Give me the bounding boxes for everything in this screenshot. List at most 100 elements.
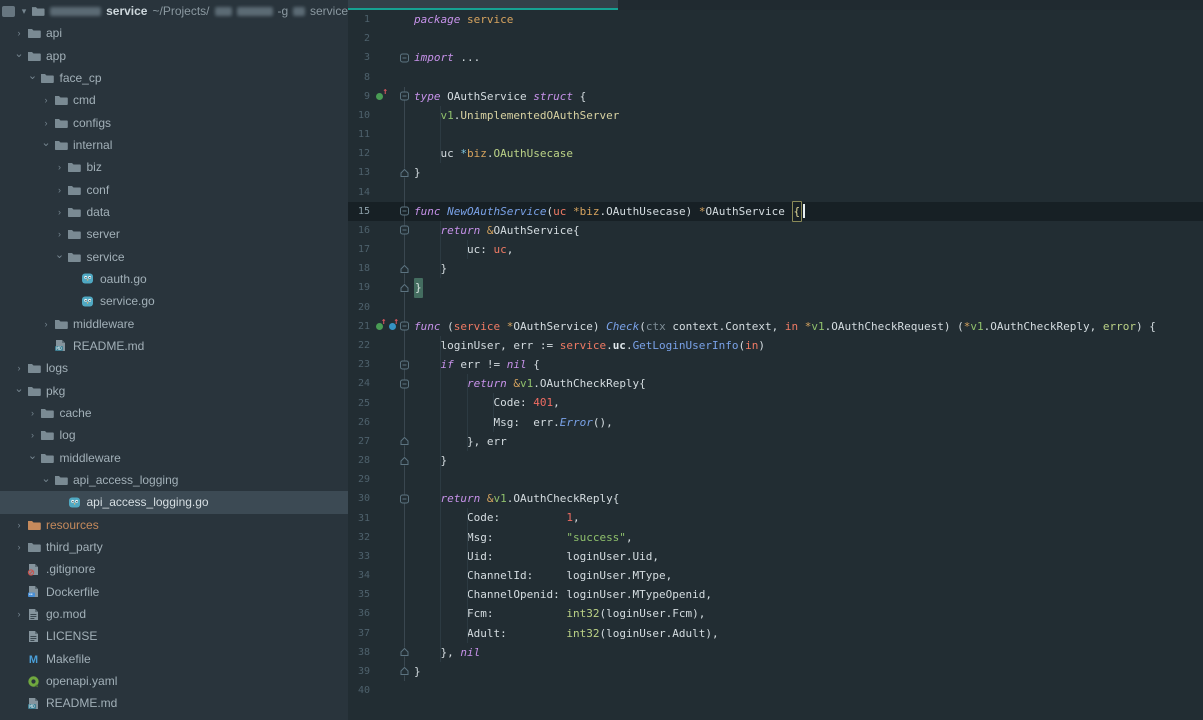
chevron-right-icon[interactable]: › [53, 229, 67, 239]
fold-start-icon[interactable] [400, 53, 409, 62]
tree-row-middleware[interactable]: ⌄middleware [0, 447, 348, 469]
code-line-35[interactable]: 35 ChannelOpenid: loginUser.MTypeOpenid, [348, 585, 1203, 604]
code-line-16[interactable]: 16 return &OAuthService{ [348, 221, 1203, 240]
code-line-37[interactable]: 37 Adult: int32(loginUser.Adult), [348, 624, 1203, 643]
code-line-25[interactable]: 25 Code: 401, [348, 393, 1203, 412]
chevron-right-icon[interactable]: › [26, 408, 40, 418]
fold-end-icon[interactable] [400, 283, 409, 292]
line-number[interactable]: 2 [348, 33, 372, 44]
line-number[interactable]: 24 [348, 378, 372, 389]
line-number[interactable]: 11 [348, 129, 372, 140]
fold-end-icon[interactable] [400, 264, 409, 273]
fold-end-icon[interactable] [400, 667, 409, 676]
line-number[interactable]: 31 [348, 513, 372, 524]
chevron-right-icon[interactable]: › [12, 28, 26, 38]
code-text[interactable]: } [411, 259, 1203, 278]
fold-start-icon[interactable] [400, 322, 409, 331]
fold-end-icon[interactable] [400, 168, 409, 177]
line-number[interactable]: 37 [348, 628, 372, 639]
chevron-right-icon[interactable]: › [12, 542, 26, 552]
code-text[interactable]: uc *biz.OAuthUsecase [411, 144, 1203, 163]
code-text[interactable]: return &v1.OAuthCheckReply{ [411, 374, 1203, 393]
tree-row-app[interactable]: ⌄app [0, 44, 348, 66]
tree-row-face-cp[interactable]: ⌄face_cp [0, 67, 348, 89]
code-line-12[interactable]: 12 uc *biz.OAuthUsecase [348, 144, 1203, 163]
chevron-right-icon[interactable]: › [39, 319, 53, 329]
line-number[interactable]: 16 [348, 225, 372, 236]
code-line-27[interactable]: 27 }, err [348, 432, 1203, 451]
chevron-right-icon[interactable]: › [39, 95, 53, 105]
code-text[interactable]: func (service *OAuthService) Check(ctx c… [411, 317, 1203, 336]
line-number[interactable]: 29 [348, 474, 372, 485]
line-number[interactable]: 13 [348, 167, 372, 178]
code-line-38[interactable]: 38 }, nil [348, 643, 1203, 662]
tree-row-resources[interactable]: ›resources [0, 514, 348, 536]
line-number[interactable]: 39 [348, 666, 372, 677]
code-text[interactable] [411, 125, 1203, 144]
fold-start-icon[interactable] [400, 92, 409, 101]
implemented-marker-icon[interactable]: ↑ [376, 321, 386, 331]
code-line-33[interactable]: 33 Uid: loginUser.Uid, [348, 547, 1203, 566]
fold-start-icon[interactable] [400, 226, 409, 235]
chevron-down-icon[interactable]: ⌄ [26, 449, 40, 462]
code-text[interactable]: uc: uc, [411, 240, 1203, 259]
code-text[interactable] [411, 681, 1203, 700]
code-line-1[interactable]: 1 package service [348, 10, 1203, 29]
tree-row-cache[interactable]: ›cache [0, 402, 348, 424]
code-text[interactable]: import ... [411, 48, 1203, 67]
code-line-13[interactable]: 13} [348, 163, 1203, 182]
code-line-8[interactable]: 8 [348, 68, 1203, 87]
tree-row-internal[interactable]: ⌄internal [0, 134, 348, 156]
code-text[interactable] [411, 68, 1203, 87]
tree-row-license[interactable]: LICENSE [0, 625, 348, 647]
code-line-20[interactable]: 20 [348, 298, 1203, 317]
line-number[interactable]: 1 [348, 14, 372, 25]
fold-start-icon[interactable] [400, 494, 409, 503]
code-line-10[interactable]: 10 v1.UnimplementedOAuthServer [348, 106, 1203, 125]
tree-row-dockerfile[interactable]: Dockerfile [0, 581, 348, 603]
chevron-right-icon[interactable]: › [12, 363, 26, 373]
code-line-18[interactable]: 18 } [348, 259, 1203, 278]
line-number[interactable]: 10 [348, 110, 372, 121]
chevron-down-icon[interactable]: ⌄ [12, 382, 26, 395]
line-number[interactable]: 26 [348, 417, 372, 428]
code-text[interactable] [411, 298, 1203, 317]
line-number[interactable]: 8 [348, 72, 372, 83]
line-number[interactable]: 30 [348, 493, 372, 504]
code-text[interactable]: Msg: err.Error(), [411, 413, 1203, 432]
tree-row-oauth-go[interactable]: oauth.go [0, 268, 348, 290]
line-number[interactable]: 33 [348, 551, 372, 562]
chevron-right-icon[interactable]: › [12, 609, 26, 619]
chevron-down-icon[interactable]: ⌄ [12, 47, 26, 60]
code-line-31[interactable]: 31 Code: 1, [348, 508, 1203, 527]
chevron-down-icon[interactable]: ⌄ [53, 248, 67, 261]
active-tab[interactable] [348, 0, 618, 10]
code-line-15[interactable]: 15func NewOAuthService(uc *biz.OAuthUsec… [348, 202, 1203, 221]
code-line-30[interactable]: 30 return &v1.OAuthCheckReply{ [348, 489, 1203, 508]
chevron-right-icon[interactable]: › [53, 162, 67, 172]
code-line-3[interactable]: 3import ... [348, 48, 1203, 67]
code-line-28[interactable]: 28 } [348, 451, 1203, 470]
chevron-down-icon[interactable]: ▾ [22, 6, 27, 17]
code-line-29[interactable]: 29 [348, 470, 1203, 489]
code-line-32[interactable]: 32 Msg: "success", [348, 528, 1203, 547]
code-line-9[interactable]: 9↑type OAuthService struct { [348, 87, 1203, 106]
code-text[interactable]: return &v1.OAuthCheckReply{ [411, 489, 1203, 508]
chevron-right-icon[interactable]: › [53, 185, 67, 195]
code-text[interactable]: package service [411, 10, 1203, 29]
code-text[interactable]: } [411, 662, 1203, 681]
tree-row-third-party[interactable]: ›third_party [0, 536, 348, 558]
tree-row-cmd[interactable]: ›cmd [0, 89, 348, 111]
chevron-down-icon[interactable]: ⌄ [39, 472, 53, 485]
tree-row-conf[interactable]: ›conf [0, 178, 348, 200]
tree-row-api[interactable]: ›api [0, 22, 348, 44]
fold-end-icon[interactable] [400, 456, 409, 465]
line-number[interactable]: 12 [348, 148, 372, 159]
line-number[interactable]: 28 [348, 455, 372, 466]
fold-end-icon[interactable] [400, 648, 409, 657]
line-number[interactable]: 21 [348, 321, 372, 332]
line-number[interactable]: 27 [348, 436, 372, 447]
code-text[interactable]: Msg: "success", [411, 528, 1203, 547]
code-line-26[interactable]: 26 Msg: err.Error(), [348, 413, 1203, 432]
code-line-14[interactable]: 14 [348, 183, 1203, 202]
